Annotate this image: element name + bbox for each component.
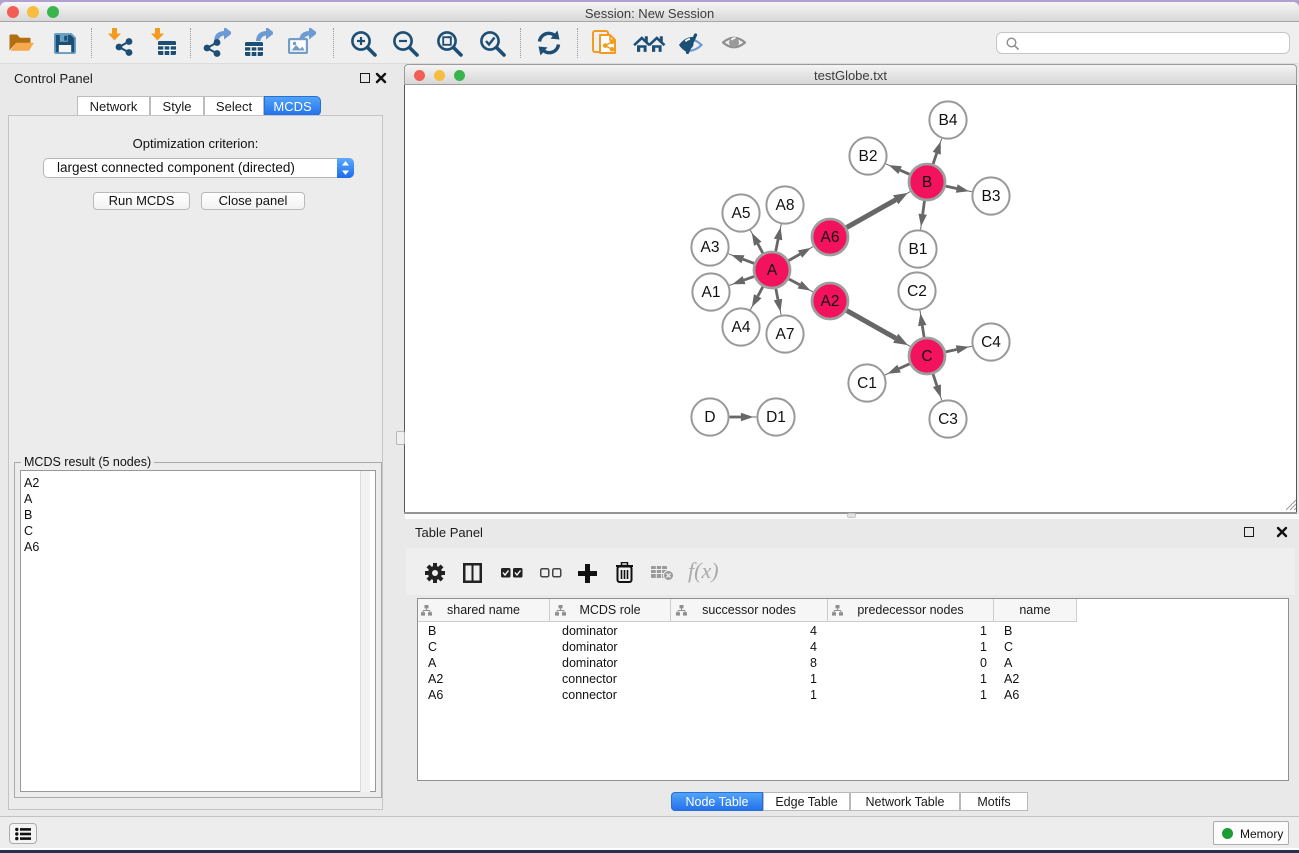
svg-text:A7: A7 (776, 326, 795, 343)
svg-text:C4: C4 (981, 334, 1001, 351)
svg-text:B4: B4 (939, 112, 958, 129)
svg-text:B3: B3 (982, 188, 1001, 205)
svg-text:C: C (921, 348, 932, 365)
svg-text:A2: A2 (821, 293, 840, 310)
svg-text:C1: C1 (857, 375, 877, 392)
svg-text:B2: B2 (859, 148, 878, 165)
svg-text:B: B (922, 174, 932, 191)
svg-text:C3: C3 (938, 411, 958, 428)
svg-text:B1: B1 (909, 241, 928, 258)
svg-text:A4: A4 (732, 319, 751, 336)
svg-text:D1: D1 (766, 409, 786, 426)
svg-text:A: A (767, 262, 778, 279)
svg-text:A8: A8 (776, 197, 795, 214)
svg-text:D: D (704, 409, 715, 426)
svg-text:A5: A5 (732, 205, 751, 222)
svg-text:A3: A3 (701, 239, 720, 256)
svg-text:A1: A1 (702, 284, 721, 301)
svg-text:C2: C2 (907, 283, 927, 300)
svg-text:A6: A6 (821, 229, 840, 246)
